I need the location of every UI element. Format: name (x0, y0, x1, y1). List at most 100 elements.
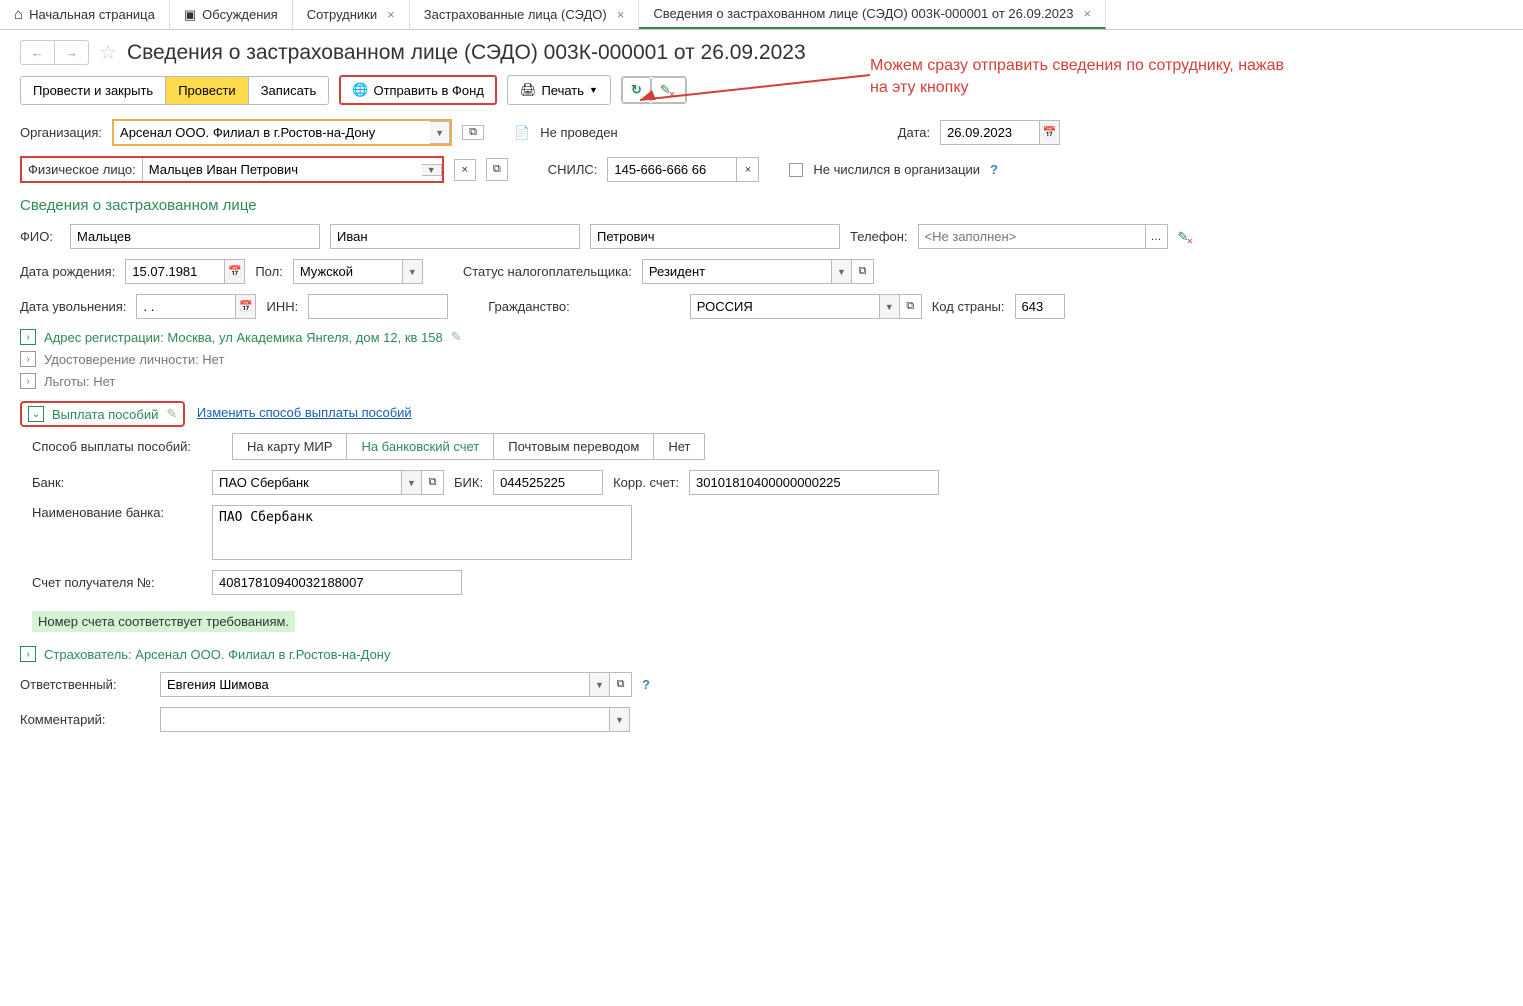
nav-forward[interactable]: → (55, 41, 88, 64)
bik-label: БИК: (454, 475, 483, 490)
help-icon[interactable]: ? (642, 677, 650, 692)
payout-expand-row[interactable]: ⌄ Выплата пособий ✎ (20, 401, 185, 427)
seg-mir[interactable]: На карту МИР (232, 433, 347, 460)
lastname-input[interactable] (70, 224, 320, 249)
snils-input[interactable] (607, 157, 737, 182)
dropdown-icon[interactable]: ▼ (590, 672, 610, 697)
not-posted-label: Не проведен (540, 125, 617, 140)
person-label: Физическое лицо: (22, 158, 142, 181)
chat-icon (184, 7, 196, 23)
section-insured-header: Сведения о застрахованном лице (20, 197, 1503, 214)
firstname-input[interactable] (330, 224, 580, 249)
open-ext-button[interactable]: ⧉ (900, 294, 922, 319)
payout-method-segments: На карту МИР На банковский счет Почтовым… (232, 433, 705, 460)
address-expand-row[interactable]: › Адрес регистрации: Москва, ул Академик… (20, 329, 1503, 345)
favorite-star-icon[interactable]: ☆ (99, 40, 117, 65)
dropdown-icon[interactable]: ▼ (402, 470, 422, 495)
fire-date-input[interactable] (136, 294, 236, 319)
bik-input[interactable] (493, 470, 603, 495)
corr-input[interactable] (689, 470, 939, 495)
phone-input[interactable] (918, 224, 1146, 249)
comment-label: Комментарий: (20, 712, 150, 727)
payout-text: Выплата пособий (52, 407, 158, 422)
change-payout-method-link[interactable]: Изменить способ выплаты пособий (197, 405, 412, 420)
pencil-icon[interactable]: ✎ (166, 406, 177, 422)
send-to-fund-button[interactable]: Отправить в Фонд (339, 75, 497, 105)
save-button[interactable]: Записать (249, 77, 329, 104)
expand-icon[interactable]: ⌄ (28, 406, 44, 422)
insurer-expand-row[interactable]: › Страхователь: Арсенал ООО. Филиал в г.… (20, 646, 1503, 662)
send-label: Отправить в Фонд (373, 83, 483, 98)
open-ext-button[interactable]: ⧉ (422, 470, 444, 495)
identity-expand-row[interactable]: › Удостоверение личности: Нет (20, 351, 1503, 367)
seg-bank[interactable]: На банковский счет (346, 433, 494, 460)
dob-label: Дата рождения: (20, 264, 115, 279)
sex-label: Пол: (255, 264, 283, 279)
dropdown-icon[interactable]: ▼ (610, 707, 630, 732)
expand-icon[interactable]: › (20, 351, 36, 367)
open-ext-button[interactable]: ⧉ (852, 259, 874, 284)
dropdown-icon[interactable]: ▼ (430, 121, 450, 144)
org-input[interactable] (114, 121, 430, 144)
account-input[interactable] (212, 570, 462, 595)
open-ext-button[interactable]: ⧉ (610, 672, 632, 697)
dropdown-icon[interactable]: ▼ (403, 259, 423, 284)
payout-method-label: Способ выплаты пособий: (32, 439, 222, 454)
expand-icon[interactable]: › (20, 373, 36, 389)
post-close-button[interactable]: Провести и закрыть (21, 77, 166, 104)
person-input[interactable] (142, 158, 422, 181)
close-icon[interactable]: × (1083, 6, 1091, 21)
date-input[interactable] (940, 120, 1040, 145)
calendar-icon[interactable] (1040, 120, 1060, 145)
bank-name-textarea[interactable]: ПАО Сбербанк (212, 505, 632, 560)
tab-insured-form[interactable]: Сведения о застрахованном лице (СЭДО) 00… (639, 0, 1106, 29)
inn-input[interactable] (308, 294, 448, 319)
help-icon[interactable]: ? (990, 162, 998, 177)
tab-home[interactable]: Начальная страница (0, 0, 170, 29)
benefits-expand-row[interactable]: › Льготы: Нет (20, 373, 1503, 389)
dropdown-icon[interactable]: ▼ (832, 259, 852, 284)
citizenship-label: Гражданство: (488, 299, 570, 314)
clear-button[interactable]: × (454, 159, 476, 181)
sex-input[interactable] (293, 259, 403, 284)
responsible-input[interactable] (160, 672, 590, 697)
middlename-input[interactable] (590, 224, 840, 249)
nav-back[interactable]: ← (21, 41, 55, 64)
bank-input[interactable] (212, 470, 402, 495)
print-label: Печать (541, 83, 584, 98)
seg-none[interactable]: Нет (653, 433, 705, 460)
country-code-input[interactable] (1015, 294, 1065, 319)
not-in-org-checkbox[interactable] (789, 163, 803, 177)
print-button[interactable]: Печать ▼ (507, 75, 611, 105)
expand-icon[interactable]: › (20, 329, 36, 345)
close-icon[interactable]: × (617, 7, 625, 22)
clear-button[interactable]: × (737, 157, 759, 182)
nav-arrows: ← → (20, 40, 89, 65)
dropdown-icon[interactable]: ▼ (422, 164, 442, 176)
post-button[interactable]: Провести (166, 77, 249, 104)
open-ext-button[interactable]: ⧉ (462, 125, 484, 140)
tax-status-input[interactable] (642, 259, 832, 284)
tab-discussions[interactable]: Обсуждения (170, 0, 293, 29)
open-ext-button[interactable]: ⧉ (486, 158, 508, 181)
bank-name-label: Наименование банка: (32, 505, 202, 520)
tab-insured-list[interactable]: Застрахованные лица (СЭДО)× (410, 0, 640, 29)
pencil-icon[interactable]: ✎ (451, 329, 462, 345)
post-button-group: Провести и закрыть Провести Записать (20, 76, 329, 105)
more-button[interactable]: … (1146, 224, 1168, 249)
dropdown-icon[interactable]: ▼ (880, 294, 900, 319)
close-icon[interactable]: × (387, 7, 395, 22)
pen-x-icon[interactable] (1178, 229, 1196, 245)
expand-icon[interactable]: › (20, 646, 36, 662)
comment-input[interactable] (160, 707, 610, 732)
seg-post[interactable]: Почтовым переводом (493, 433, 654, 460)
fire-date-label: Дата увольнения: (20, 299, 126, 314)
citizenship-input[interactable] (690, 294, 880, 319)
dob-input[interactable] (125, 259, 225, 284)
calendar-icon[interactable] (236, 294, 256, 319)
bank-label: Банк: (32, 475, 202, 490)
calendar-icon[interactable] (225, 259, 245, 284)
tab-employees[interactable]: Сотрудники× (293, 0, 410, 29)
country-code-label: Код страны: (932, 299, 1005, 314)
corr-label: Корр. счет: (613, 475, 679, 490)
